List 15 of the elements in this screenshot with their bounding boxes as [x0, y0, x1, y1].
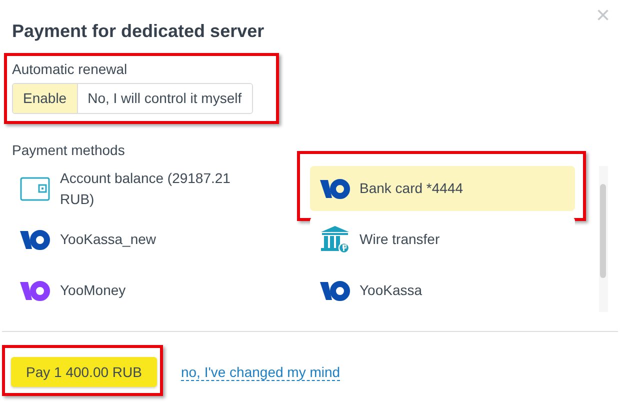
ring-logo-icon [320, 280, 350, 302]
section-label: Payment methods [12, 142, 126, 158]
ring-logo-icon [20, 228, 50, 250]
payment-method[interactable]: Bank card *4444 [310, 166, 575, 211]
dialog-title: Payment for dedicated server [12, 20, 266, 42]
toggle-option[interactable]: Enable [13, 84, 77, 113]
scrollbar-thumb[interactable] [600, 184, 606, 278]
ring-logo-icon [20, 280, 50, 302]
toggle-option[interactable]: No, I will control it myself [76, 84, 252, 113]
ring-logo-icon [320, 178, 350, 200]
pay-button[interactable]: Pay 1 400.00 RUB [11, 357, 157, 387]
section-label: Automatic renewal [12, 61, 128, 77]
bank-icon [320, 226, 350, 254]
cancel-link[interactable]: no, I've changed my mind [180, 364, 340, 380]
wallet-icon [20, 176, 50, 200]
